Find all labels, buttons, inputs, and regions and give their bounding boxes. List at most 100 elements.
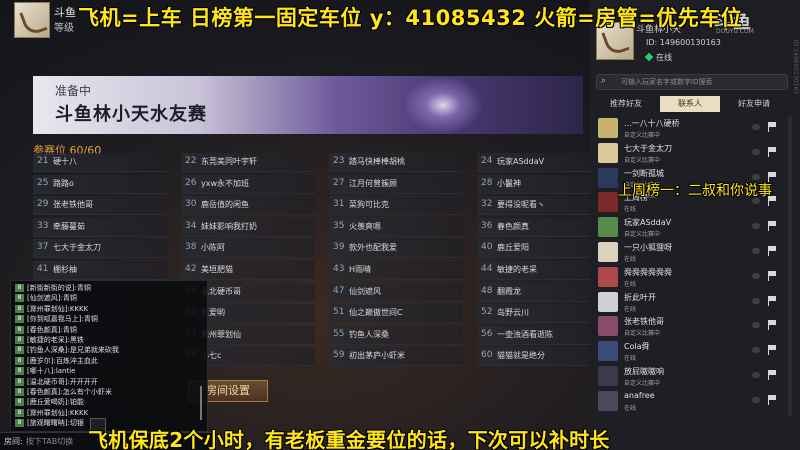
friend-name: 放屁嗷嗷响 (624, 367, 664, 376)
slot-number: 47 (333, 285, 345, 296)
slot-51[interactable]: 51 仙之巅傲世间C (329, 304, 463, 324)
slot-number: 42 (185, 264, 197, 274)
slot-37[interactable]: 37 七大于金太刀 (33, 239, 167, 259)
game-lobby-screen: 斗鱼 等级 准备中 斗鱼林小天水友赛 参赛位 60/60 21 硬十八 22 东莞美同… (0, 0, 800, 450)
slot-29[interactable]: 29 张老铁他哥 (33, 196, 167, 216)
chat-level-badge: 8 (15, 294, 24, 303)
chat-level-badge: 8 (15, 284, 24, 292)
friend-item[interactable]: 折此叶开 在线 (596, 290, 786, 316)
flag-icon[interactable] (768, 122, 779, 132)
friend-status: 自定义比赛中 (624, 231, 661, 239)
flag-icon[interactable] (768, 295, 779, 306)
friend-name: 一只小狐狸呀 (624, 243, 672, 252)
tab-contacts[interactable]: 联系人 (660, 96, 720, 112)
friend-avatar (598, 266, 618, 287)
slot-number: 36 (481, 220, 493, 231)
invite-toggle-icon[interactable] (752, 148, 760, 155)
slot-22[interactable]: 22 东莞美同叶宇轩 (181, 153, 315, 172)
slot-41[interactable]: 41 棚杉柚 (33, 261, 167, 280)
invite-toggle-icon[interactable] (752, 223, 760, 230)
chat-message-text: [旅观曙曙呐]:切银 (27, 419, 84, 428)
invite-toggle-icon[interactable] (752, 322, 760, 329)
friend-status: 在线 (624, 206, 637, 214)
invite-toggle-icon[interactable] (752, 347, 760, 354)
slot-number: 56 (481, 328, 493, 339)
flag-icon[interactable] (768, 394, 779, 405)
invite-toggle-icon[interactable] (752, 297, 760, 304)
slot-number: 28 (481, 177, 493, 188)
slot-38[interactable]: 38 小陈阿 (181, 239, 315, 259)
flag-icon[interactable] (768, 370, 779, 380)
chat-level-badge: 8 (15, 346, 24, 355)
slot-47[interactable]: 47 仙剑遮风 (329, 282, 463, 302)
chat-message-text: [新街新街的说]:青铜 (27, 284, 91, 292)
friend-avatar (598, 291, 618, 312)
slot-player-name: 火羡爽嗯 (349, 221, 381, 231)
slot-25[interactable]: 25 路路o (33, 174, 167, 194)
invite-toggle-icon[interactable] (752, 124, 760, 130)
slot-number: 26 (185, 177, 197, 188)
friend-item[interactable]: 七大于金太刀 自定义比赛中 (596, 141, 786, 167)
slot-34[interactable]: 34 妹妹影响我打奶 (181, 217, 315, 237)
slot-33[interactable]: 33 牵藤蔓茹 (33, 217, 167, 237)
slot-number: 22 (185, 156, 197, 166)
slot-21[interactable]: 21 硬十八 (33, 153, 167, 172)
flag-icon[interactable] (768, 246, 779, 256)
slot-player-name: 仙之巅傲世间C (349, 308, 403, 318)
friend-name: ...一八十八硬桥 (624, 119, 680, 128)
slot-35[interactable]: 35 火羡爽嗯 (329, 217, 463, 237)
chat-scrollbar[interactable] (200, 386, 202, 420)
chat-level-badge: 8 (15, 315, 24, 324)
friend-item[interactable]: 玩家ASddaV 自定义比赛中 (596, 215, 786, 241)
friend-list-scrollbar[interactable] (788, 116, 792, 416)
friend-avatar (598, 341, 618, 362)
chat-message: 8 [仙剑遮风]:青铜 (15, 293, 77, 303)
slot-player-name: 硬十八 (53, 157, 77, 166)
slot-23[interactable]: 23 踏马快棒棒胡桃 (329, 153, 463, 172)
friend-avatar (598, 142, 618, 163)
slot-31[interactable]: 31 菜狗可比克 (329, 196, 463, 216)
slot-26[interactable]: 26 yxw永不加班 (181, 174, 315, 194)
chat-message-text: [鹿岁尔]:百炼淬主血此 (27, 356, 98, 365)
friend-name: 张老铁他哥 (624, 317, 664, 327)
slot-number: 23 (333, 156, 345, 166)
slot-30[interactable]: 30 鹿岳值的闲鱼 (181, 196, 315, 216)
slot-number: 59 (333, 350, 345, 361)
slot-27[interactable]: 27 江月何曾簇顾 (329, 174, 463, 194)
invite-toggle-icon[interactable] (752, 173, 760, 180)
friend-item[interactable]: 放屁嗷嗷响 自定义比赛中 (596, 364, 786, 390)
friend-status: 在线 (624, 256, 637, 263)
flag-icon[interactable] (768, 345, 779, 356)
slot-player-name: 初出茅庐小虾米 (349, 351, 405, 361)
friend-search-input[interactable]: ⌕ 可输入玩家名字或数字ID搜索 (596, 74, 788, 90)
chat-message: 8 [春色颜真]:青铜 (15, 325, 77, 335)
invite-toggle-icon[interactable] (752, 396, 760, 403)
flag-icon[interactable] (768, 320, 779, 331)
tab-recommended[interactable]: 推荐好友 (596, 96, 656, 112)
friend-item[interactable]: 张老铁他哥 自定义比赛中 (596, 314, 786, 340)
tab-friend-requests[interactable]: 好友申请 (724, 96, 784, 112)
slot-number: 40 (481, 242, 493, 253)
flag-icon[interactable] (768, 146, 779, 157)
friend-avatar (598, 390, 618, 411)
friend-item[interactable]: ...一八十八硬桥 自定义比赛中 (596, 116, 786, 142)
friend-item[interactable]: 一只小狐狸呀 在线 (596, 240, 786, 266)
flag-icon[interactable] (768, 270, 779, 281)
slot-55[interactable]: 55 钓鱼人深桑 (329, 325, 463, 345)
invite-toggle-icon[interactable] (752, 372, 760, 378)
top-overlay-text: 飞机=上车 日榜第一固定车位 y：41085432 火箭=房管=优先车位 (78, 6, 743, 30)
invite-toggle-icon[interactable] (752, 272, 760, 279)
slot-number: 44 (481, 264, 493, 274)
slot-39[interactable]: 39 款外也配我爱 (329, 239, 463, 259)
slot-59[interactable]: 59 初出茅庐小虾米 (329, 347, 463, 367)
slot-player-name: 岛野云川 (497, 308, 529, 318)
friend-item[interactable]: 舜舜舜舜舜舜 在线 (596, 265, 786, 291)
flag-icon[interactable] (768, 221, 779, 232)
chat-message: 8 [你到呱嘉我马上]:青铜 (15, 314, 98, 324)
slot-42[interactable]: 42 美垣肥猫 (181, 261, 315, 280)
friend-item[interactable]: anafree 在线 (596, 389, 786, 415)
slot-43[interactable]: 43 H雨晴 (329, 261, 463, 280)
invite-toggle-icon[interactable] (752, 248, 760, 254)
friend-item[interactable]: Cola舜 在线 (596, 339, 786, 365)
slot-player-name: H雨晴 (349, 265, 372, 274)
